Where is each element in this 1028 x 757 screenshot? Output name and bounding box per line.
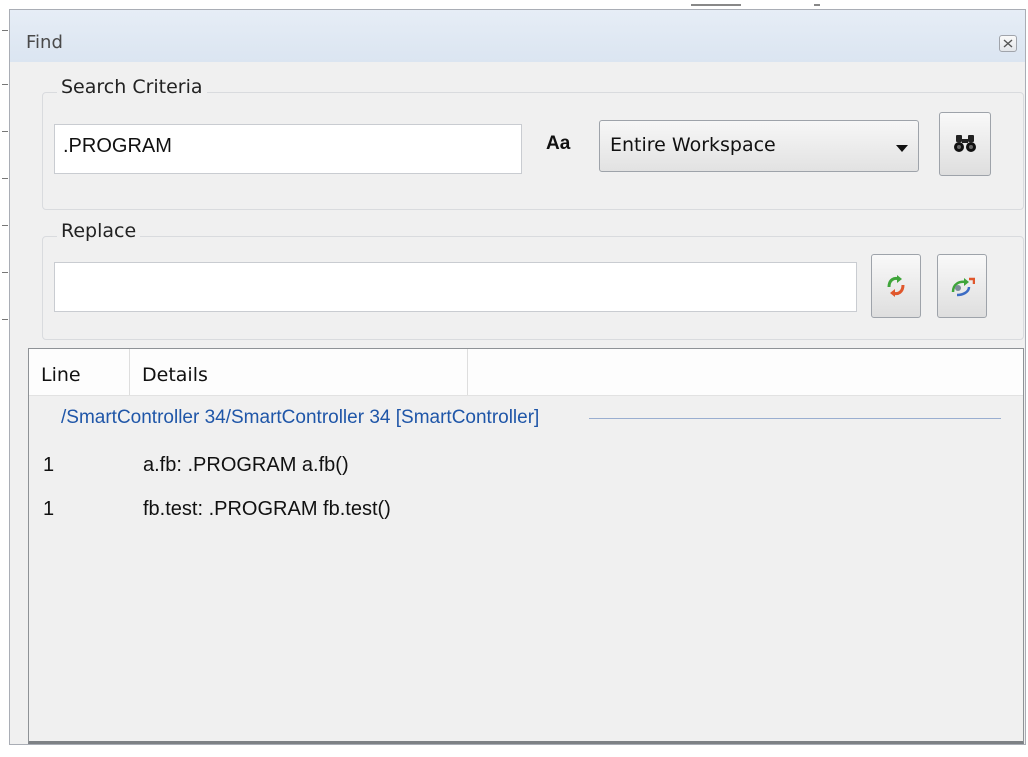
results-column-header: Line Details bbox=[29, 349, 1023, 396]
find-button[interactable] bbox=[939, 112, 991, 176]
column-header-line[interactable]: Line bbox=[29, 349, 130, 395]
edge-tick bbox=[2, 131, 8, 132]
find-panel-screen: Find Search Criteria .PROGRAM Aa Entire … bbox=[0, 0, 1028, 757]
edge-tick bbox=[2, 84, 8, 85]
result-row[interactable]: 1 a.fb: .PROGRAM a.fb() bbox=[29, 450, 1023, 486]
title-bar: Find bbox=[10, 10, 1025, 62]
edge-mark bbox=[691, 4, 741, 6]
edge-tick bbox=[2, 178, 8, 179]
result-row[interactable]: 1 fb.test: .PROGRAM fb.test() bbox=[29, 494, 1023, 530]
search-scope-value: Entire Workspace bbox=[610, 134, 776, 156]
edge-tick bbox=[2, 319, 8, 320]
replace-label: Replace bbox=[57, 220, 141, 242]
edge-tick bbox=[2, 225, 8, 226]
find-window: Find Search Criteria .PROGRAM Aa Entire … bbox=[9, 9, 1026, 745]
replace-group: Replace bbox=[42, 220, 1024, 340]
replace-all-icon bbox=[951, 277, 975, 297]
result-details: fb.test: .PROGRAM fb.test() bbox=[143, 498, 391, 520]
close-icon bbox=[1003, 39, 1013, 48]
search-scope-dropdown[interactable]: Entire Workspace bbox=[599, 120, 919, 172]
edge-tick bbox=[2, 272, 8, 273]
close-button[interactable] bbox=[999, 35, 1017, 52]
top-edge-background bbox=[9, 0, 1028, 9]
replace-all-button[interactable] bbox=[937, 254, 987, 318]
edge-tick bbox=[2, 30, 8, 31]
result-group-divider bbox=[589, 418, 1001, 419]
replace-input[interactable] bbox=[54, 262, 857, 312]
window-title: Find bbox=[26, 32, 63, 53]
result-details: a.fb: .PROGRAM a.fb() bbox=[143, 454, 349, 476]
search-criteria-group: Search Criteria .PROGRAM Aa Entire Works… bbox=[42, 76, 1024, 210]
result-line-number: 1 bbox=[43, 498, 55, 520]
replace-icon bbox=[887, 275, 905, 297]
result-group-header[interactable]: /SmartController 34/SmartController 34 [… bbox=[61, 407, 550, 429]
results-list[interactable]: Line Details /SmartController 34/SmartCo… bbox=[28, 348, 1024, 744]
column-header-details-label: Details bbox=[142, 364, 208, 386]
left-edge-background bbox=[0, 0, 9, 757]
match-case-toggle[interactable]: Aa bbox=[546, 133, 570, 155]
binoculars-icon bbox=[954, 135, 976, 152]
search-criteria-label: Search Criteria bbox=[57, 76, 207, 98]
column-header-details[interactable]: Details bbox=[130, 349, 468, 395]
column-header-line-label: Line bbox=[41, 364, 81, 386]
chevron-down-icon bbox=[896, 145, 908, 152]
replace-button[interactable] bbox=[871, 254, 921, 318]
search-input[interactable]: .PROGRAM bbox=[54, 124, 522, 174]
edge-mark bbox=[814, 4, 820, 6]
result-line-number: 1 bbox=[43, 454, 55, 476]
